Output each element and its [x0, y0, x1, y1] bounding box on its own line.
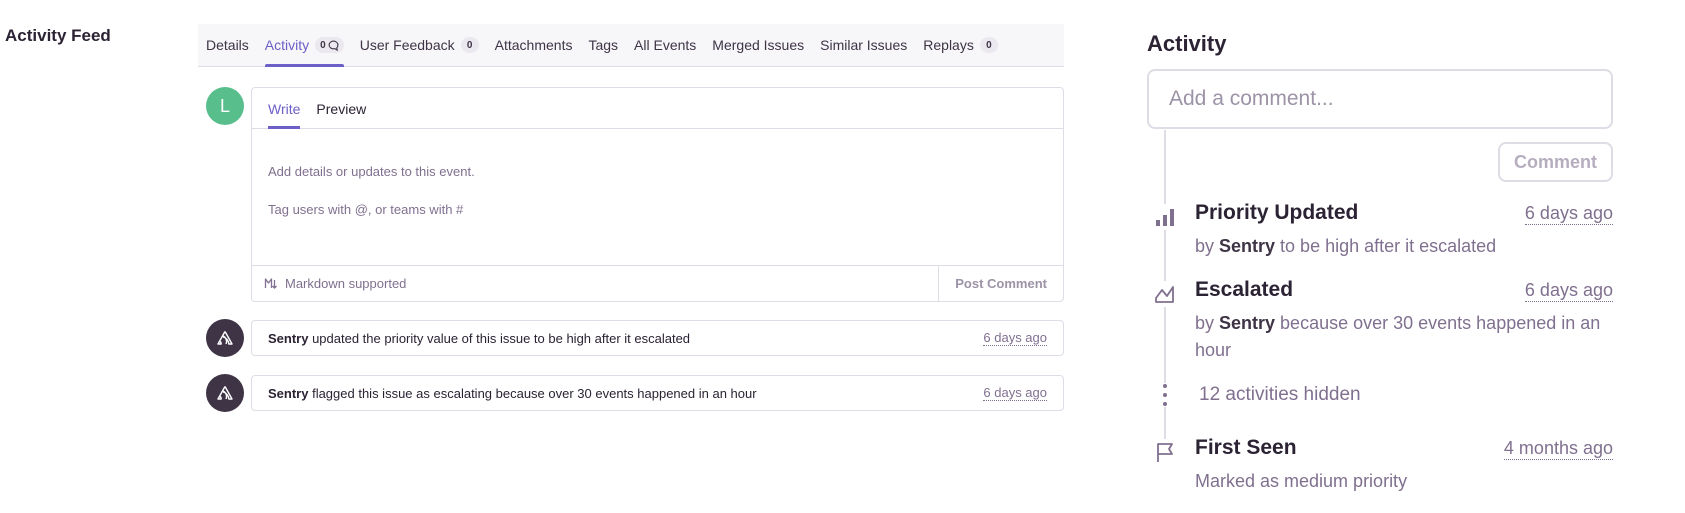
timeline-item: First Seen 4 months ago Marked as medium…	[1147, 436, 1613, 495]
activity-note: Sentry updated the priority value of thi…	[251, 320, 1064, 356]
editor-footer: Markdown supported Post Comment	[252, 265, 1063, 301]
sentry-logo-icon	[217, 331, 233, 345]
comment-editor: Write Preview Add details or updates to …	[251, 87, 1064, 302]
sentry-logo-icon	[217, 386, 233, 400]
activity-entry: Sentry flagged this issue as escalating …	[198, 374, 1064, 412]
tab-write[interactable]: Write	[268, 101, 301, 129]
tab-merged-issues[interactable]: Merged Issues	[712, 24, 804, 66]
hidden-activities-toggle[interactable]: 12 activities hidden	[1147, 383, 1361, 407]
item-description: by Sentry because over 30 events happene…	[1195, 313, 1601, 360]
comment-button[interactable]: Comment	[1497, 142, 1613, 182]
activity-time: 6 days ago	[983, 330, 1047, 346]
sidebar-title: Activity	[1147, 31, 1227, 56]
activity-entry: Sentry updated the priority value of thi…	[198, 319, 1064, 357]
timeline-item: Priority Updated 6 days ago by Sentry to…	[1147, 201, 1613, 260]
replays-badge: 0	[979, 37, 998, 53]
escalating-chart-icon	[1152, 281, 1178, 307]
flag-icon	[1152, 439, 1178, 465]
placeholder-line: Add details or updates to this event.	[268, 164, 475, 179]
more-vertical-icon	[1147, 383, 1183, 407]
activity-actor: Sentry	[268, 330, 309, 346]
avatar: L	[206, 87, 244, 125]
tab-details[interactable]: Details	[206, 24, 249, 66]
comment-editor-row: L Write Preview Add details or updates t…	[198, 87, 1064, 302]
activity-time: 6 days ago	[983, 385, 1047, 401]
tab-tags[interactable]: Tags	[588, 24, 618, 66]
user-feedback-badge: 0	[460, 37, 479, 53]
item-title: Escalated	[1195, 278, 1294, 301]
tab-replays[interactable]: Replays 0	[923, 24, 998, 66]
item-title: Priority Updated	[1195, 201, 1359, 224]
issue-panel: Details Activity 0 User Feedback 0 Attach…	[198, 24, 1064, 412]
item-time: 6 days ago	[1524, 280, 1613, 302]
comment-textarea[interactable]: Add details or updates to this event. Ta…	[252, 129, 1063, 266]
timeline-item: Escalated 6 days ago by Sentry because o…	[1147, 278, 1613, 364]
item-time: 6 days ago	[1524, 203, 1613, 225]
item-time: 4 months ago	[1503, 438, 1613, 460]
tab-activity[interactable]: Activity 0	[264, 24, 344, 67]
markdown-icon	[264, 278, 277, 289]
tab-attachments[interactable]: Attachments	[495, 24, 573, 66]
section-label: Activity Feed	[5, 26, 111, 45]
sentry-avatar	[206, 319, 244, 357]
sentry-avatar	[206, 374, 244, 412]
editor-tabs: Write Preview	[252, 88, 1063, 129]
tab-user-feedback[interactable]: User Feedback 0	[360, 24, 479, 66]
activity-text: updated the priority value of this issue…	[308, 330, 691, 346]
activity-actor: Sentry	[268, 385, 309, 401]
activity-sidebar: Activity Add a comment... Comment Priori…	[1147, 31, 1613, 491]
issue-tabs: Details Activity 0 User Feedback 0 Attach…	[198, 24, 1064, 67]
activity-text: flagged this issue as escalating because…	[308, 385, 757, 401]
item-description: by Sentry to be high after it escalated	[1195, 236, 1497, 256]
tab-similar-issues[interactable]: Similar Issues	[820, 24, 907, 66]
tab-all-events[interactable]: All Events	[634, 24, 696, 66]
priority-icon	[1152, 204, 1178, 230]
item-title: First Seen	[1195, 436, 1297, 459]
markdown-note: Markdown supported	[252, 276, 938, 291]
activity-count-badge: 0	[315, 37, 344, 53]
activity-note: Sentry flagged this issue as escalating …	[251, 375, 1064, 411]
post-comment-button[interactable]: Post Comment	[938, 266, 1063, 301]
comment-icon	[328, 40, 339, 51]
placeholder-line: Tag users with @, or teams with #	[268, 202, 464, 217]
hidden-activities-label: 12 activities hidden	[1199, 384, 1361, 405]
tab-preview[interactable]: Preview	[316, 101, 366, 128]
item-description: Marked as medium priority	[1195, 471, 1408, 491]
comment-input[interactable]: Add a comment...	[1147, 69, 1613, 129]
